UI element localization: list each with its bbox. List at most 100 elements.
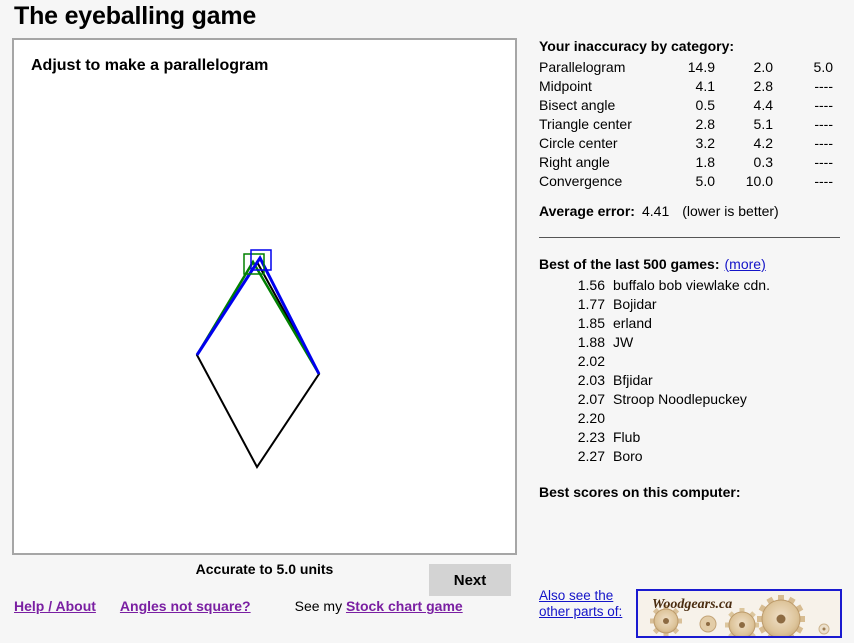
category-label: Triangle center <box>539 116 632 132</box>
list-item: 2.02 <box>539 352 844 371</box>
table-row: Triangle center 2.8 5.1 ---- <box>539 115 841 134</box>
also-see-line-2: other parts of: <box>539 604 623 619</box>
inaccuracy-title: Your inaccuracy by category: <box>539 38 735 54</box>
score-col-1: 1.8 <box>695 154 715 170</box>
woodgears-banner[interactable]: Woodgears.ca <box>636 589 842 638</box>
score-value: 2.27 <box>577 448 605 464</box>
best-500-section: Best of the last 500 games: (more) 1.56 bu… <box>539 256 844 466</box>
player-name: Flub <box>613 429 641 445</box>
score-col-1: 14.9 <box>687 59 715 75</box>
stats-column: Your inaccuracy by category: Parallelogr… <box>539 38 844 504</box>
category-label: Bisect angle <box>539 97 616 113</box>
inaccuracy-table: Parallelogram 14.9 2.0 5.0 Midpoint 4.1 … <box>539 58 841 191</box>
player-name: Bojidar <box>613 296 657 312</box>
list-item: 1.88 JW <box>539 333 844 352</box>
woodgears-brand-text: Woodgears.ca <box>652 597 732 612</box>
table-row: Parallelogram 14.9 2.0 5.0 <box>539 58 841 77</box>
score-col-3: ---- <box>814 78 833 94</box>
angles-not-square-link[interactable]: Angles not square? <box>120 598 251 614</box>
score-col-1: 0.5 <box>695 97 715 113</box>
score-value: 2.20 <box>577 410 605 426</box>
list-item: 2.27 Boro <box>539 447 844 466</box>
score-col-2: 0.3 <box>753 154 773 170</box>
category-label: Right angle <box>539 154 610 170</box>
inaccuracy-table-body: Parallelogram 14.9 2.0 5.0 Midpoint 4.1 … <box>539 58 841 191</box>
best-500-list: 1.56 buffalo bob viewlake cdn. 1.77 Bojida… <box>539 276 844 466</box>
list-item: 2.07 Stroop Noodlepuckey <box>539 390 844 409</box>
score-value: 1.56 <box>577 277 605 293</box>
score-col-1: 2.8 <box>695 116 715 132</box>
player-name: Boro <box>613 448 643 464</box>
also-see-line-1: Also see the <box>539 588 614 603</box>
score-col-1: 4.1 <box>695 78 715 94</box>
best-500-title: Best of the last 500 games: <box>539 256 720 272</box>
game-canvas[interactable] <box>14 40 515 553</box>
score-col-3: ---- <box>814 135 833 151</box>
also-see-text: Also see the other parts of: <box>539 588 631 620</box>
score-col-2: 4.4 <box>753 97 773 113</box>
gear-icon <box>818 623 830 635</box>
score-col-3: ---- <box>814 116 833 132</box>
list-item: 2.20 <box>539 409 844 428</box>
list-item: 1.85 erland <box>539 314 844 333</box>
table-row: Circle center 3.2 4.2 ---- <box>539 134 841 153</box>
score-col-2: 10.0 <box>745 173 773 189</box>
best-local-title: Best scores on this computer: <box>539 484 741 500</box>
best-500-header: Best of the last 500 games: (more) <box>539 256 844 272</box>
also-see-link[interactable]: Also see the other parts of: <box>539 588 622 619</box>
score-col-2: 2.8 <box>753 78 773 94</box>
score-value: 2.02 <box>577 353 605 369</box>
table-row: Right angle 1.8 0.3 ---- <box>539 153 841 172</box>
target-quadrilateral <box>195 260 321 469</box>
average-error-value: 4.41 <box>641 203 670 219</box>
score-col-3: ---- <box>814 154 833 170</box>
player-name: Bfjidar <box>613 372 653 388</box>
table-row: Convergence 5.0 10.0 ---- <box>539 172 841 191</box>
score-col-3: 5.0 <box>813 59 833 75</box>
see-my-text: See my <box>294 598 343 614</box>
table-row: Midpoint 4.1 2.8 ---- <box>539 77 841 96</box>
score-value: 2.03 <box>577 372 605 388</box>
player-name: Stroop Noodlepuckey <box>613 391 747 407</box>
list-item: 1.56 buffalo bob viewlake cdn. <box>539 276 844 295</box>
next-button[interactable]: Next <box>429 564 511 596</box>
score-col-1: 5.0 <box>695 173 715 189</box>
category-label: Midpoint <box>539 78 592 94</box>
score-value: 1.88 <box>577 334 605 350</box>
category-label: Convergence <box>539 173 623 189</box>
stock-chart-game-link[interactable]: Stock chart game <box>346 598 463 614</box>
score-col-2: 2.0 <box>753 59 773 75</box>
score-col-3: ---- <box>814 173 833 189</box>
solution-guide-line <box>195 259 321 375</box>
category-label: Parallelogram <box>539 59 626 75</box>
score-value: 1.77 <box>577 296 605 312</box>
score-value: 2.07 <box>577 391 605 407</box>
woodgears-banner-art: Woodgears.ca <box>638 591 840 636</box>
average-error-label: Average error: <box>539 203 635 219</box>
player-name: JW <box>613 334 634 350</box>
list-item: 2.23 Flub <box>539 428 844 447</box>
score-col-2: 5.1 <box>753 116 773 132</box>
shape-svg[interactable] <box>14 40 515 553</box>
list-item: 2.03 Bfjidar <box>539 371 844 390</box>
game-panel: Adjust to make a parallelogram Accurate … <box>12 38 517 596</box>
score-value: 2.23 <box>577 429 605 445</box>
score-value: 1.85 <box>577 315 605 331</box>
average-error-hint: (lower is better) <box>682 203 779 219</box>
table-row: Bisect angle 0.5 4.4 ---- <box>539 96 841 115</box>
category-label: Circle center <box>539 135 618 151</box>
footer-links: Help / About Angles not square? See my Sto… <box>14 598 463 614</box>
more-link[interactable]: (more) <box>725 256 766 272</box>
gear-icon <box>699 615 717 633</box>
best-local-section: Best scores on this computer: <box>539 484 844 500</box>
score-col-2: 4.2 <box>753 135 773 151</box>
help-about-link[interactable]: Help / About <box>14 598 96 614</box>
player-name: erland <box>613 315 652 331</box>
user-drag-line <box>195 255 321 375</box>
player-name: buffalo bob viewlake cdn. <box>613 277 770 293</box>
section-divider <box>539 237 840 238</box>
list-item: 1.77 Bojidar <box>539 295 844 314</box>
page-title: The eyeballing game <box>14 2 257 30</box>
score-col-3: ---- <box>814 97 833 113</box>
average-error-row: Average error: 4.41 (lower is better) <box>539 203 844 219</box>
